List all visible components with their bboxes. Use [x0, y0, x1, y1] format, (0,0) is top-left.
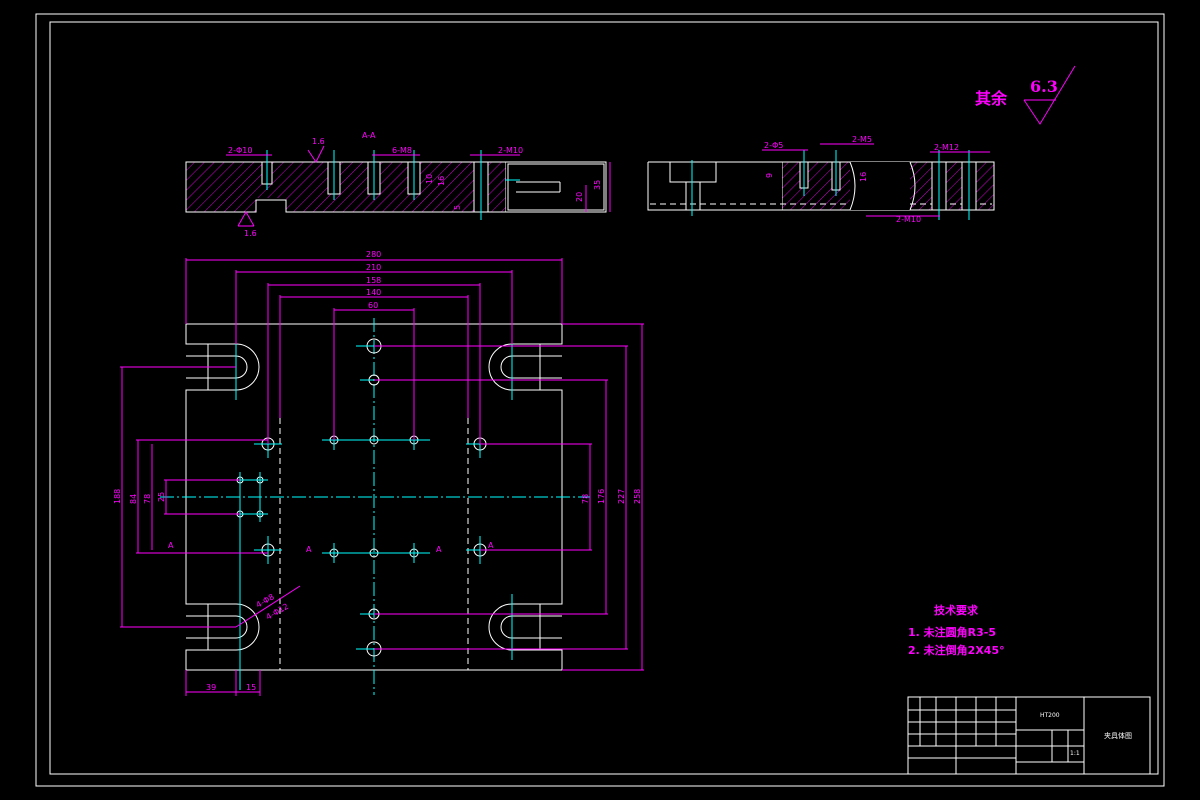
- roughness-top: 1.6: [312, 137, 325, 146]
- title-material: HT200: [1040, 712, 1060, 719]
- dim-side-9: 9: [765, 173, 774, 178]
- dim-width-140: 140: [366, 288, 381, 297]
- plan-view: A A A A: [160, 318, 590, 695]
- dim-front-20: 20: [575, 192, 584, 202]
- section-mark-2: A: [306, 545, 312, 554]
- dim-height-r78: 78: [581, 494, 590, 504]
- dim-slot-phi12: 4-Φ12: [265, 602, 291, 622]
- dim-slot-phi8: 4-Φ8: [255, 592, 276, 609]
- section-label: A-A: [362, 131, 376, 140]
- dim-front-m10: 2-M10: [498, 146, 523, 155]
- dim-height-176: 176: [597, 489, 606, 504]
- dim-front-phi10: 2-Φ10: [228, 146, 252, 155]
- title-scale: 1:1: [1070, 750, 1080, 757]
- dim-width-158: 158: [366, 276, 381, 285]
- dim-width-60: 60: [368, 301, 378, 310]
- section-view-side: 2-Φ5 2-M5 2-M12 2-M10 9 16: [647, 135, 995, 224]
- dim-side-m12: 2-M12: [934, 143, 959, 152]
- dim-height-227: 227: [617, 489, 626, 504]
- section-view-front: A-A 2-Φ10 6-M8 2-M10 35 20 10 16 5 1.6 1…: [185, 131, 611, 238]
- technical-requirements: 技术要求 1. 未注圆角R3-5 2. 未注倒角2X45°: [908, 603, 1005, 657]
- tech-req-title: 技术要求: [934, 603, 979, 617]
- dim-width-280: 280: [366, 250, 381, 259]
- cad-drawing: 其余 6.3 A-A 2-Φ10 6-M8 2-M10 35 20 10 16 …: [35, 13, 1165, 787]
- dim-front-35: 35: [593, 180, 602, 190]
- dim-front-5: 5: [453, 205, 462, 210]
- dim-front-16: 16: [437, 176, 446, 186]
- roughness-remaining-symbol: 其余 6.3: [975, 65, 1076, 125]
- title-part-name: 夹具体图: [1104, 731, 1132, 740]
- roughness-bottom: 1.6: [244, 229, 257, 238]
- tech-req-item-1: 1. 未注圆角R3-5: [908, 625, 996, 639]
- dim-height-258: 258: [633, 489, 642, 504]
- dim-height-25: 25: [157, 492, 166, 502]
- title-block: HT200 夹具体图 1:1: [907, 696, 1151, 775]
- section-mark-4: A: [488, 541, 494, 550]
- dim-side-phi5: 2-Φ5: [764, 141, 783, 150]
- dim-height-188: 188: [113, 489, 122, 504]
- dim-width-210: 210: [366, 263, 381, 272]
- roughness-remaining-label: 其余: [975, 89, 1008, 108]
- dim-bottom-39: 39: [206, 683, 216, 692]
- section-mark-1: A: [168, 541, 174, 550]
- roughness-remaining-value: 6.3: [1030, 77, 1058, 96]
- section-mark-3: A: [436, 545, 442, 554]
- dim-height-78: 78: [143, 494, 152, 504]
- tech-req-item-2: 2. 未注倒角2X45°: [908, 643, 1005, 657]
- dim-bottom-15: 15: [246, 683, 256, 692]
- dim-front-m8: 6-M8: [392, 146, 412, 155]
- dim-height-84: 84: [129, 494, 138, 504]
- dim-front-10: 10: [425, 174, 434, 184]
- dim-side-16: 16: [859, 172, 868, 182]
- bottom-dimensions: 39 15 4-Φ8 4-Φ12: [185, 585, 301, 696]
- dim-side-m5: 2-M5: [852, 135, 872, 144]
